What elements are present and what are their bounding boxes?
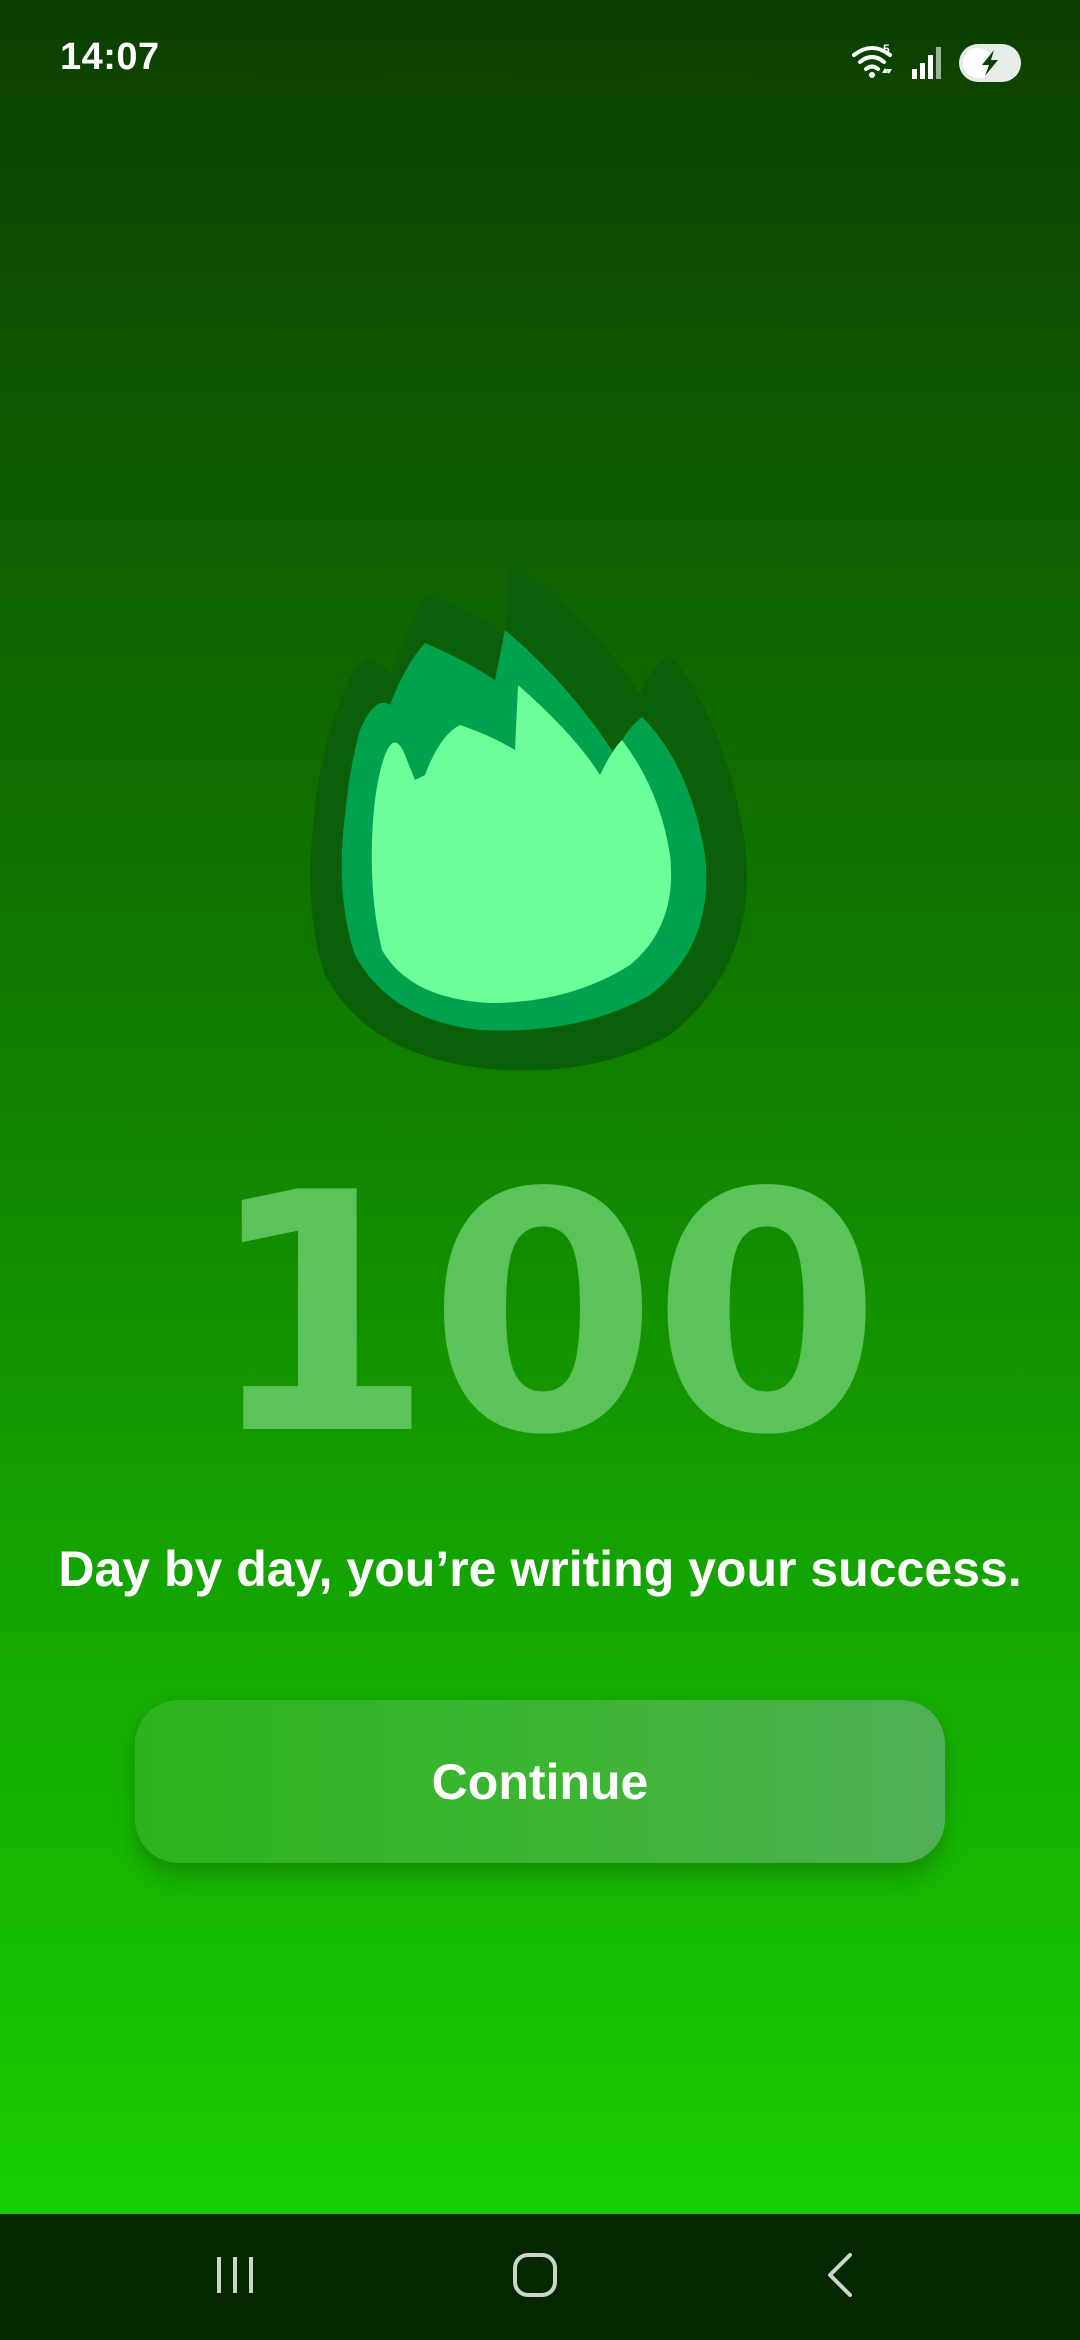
- flame-icon: [300, 555, 790, 1075]
- navigation-bar: [0, 2214, 1080, 2340]
- status-time: 14:07: [60, 36, 160, 78]
- status-bar: 14:07 5: [0, 0, 1080, 125]
- continue-label: Continue: [431, 1753, 649, 1810]
- wifi-icon: 5: [852, 43, 896, 83]
- signal-icon: [910, 45, 944, 81]
- wifi-badge: 5: [883, 43, 890, 56]
- status-icons: 5: [852, 38, 1022, 88]
- recent-apps-button[interactable]: [190, 2242, 280, 2312]
- recent-apps-icon: [213, 2253, 257, 2302]
- battery-charging-icon: [958, 42, 1022, 84]
- home-button[interactable]: [490, 2242, 580, 2312]
- streak-count: 100: [204, 1123, 882, 1507]
- streak-message: Day by day, you’re writing your success.: [58, 1541, 1022, 1597]
- streak-celebration-screen: 14:07 5 100 Day by day, you’re writing y…: [0, 0, 1080, 2340]
- home-icon: [511, 2251, 559, 2304]
- back-icon: [820, 2251, 860, 2304]
- continue-button[interactable]: Continue: [135, 1700, 945, 1863]
- back-button[interactable]: [795, 2242, 885, 2312]
